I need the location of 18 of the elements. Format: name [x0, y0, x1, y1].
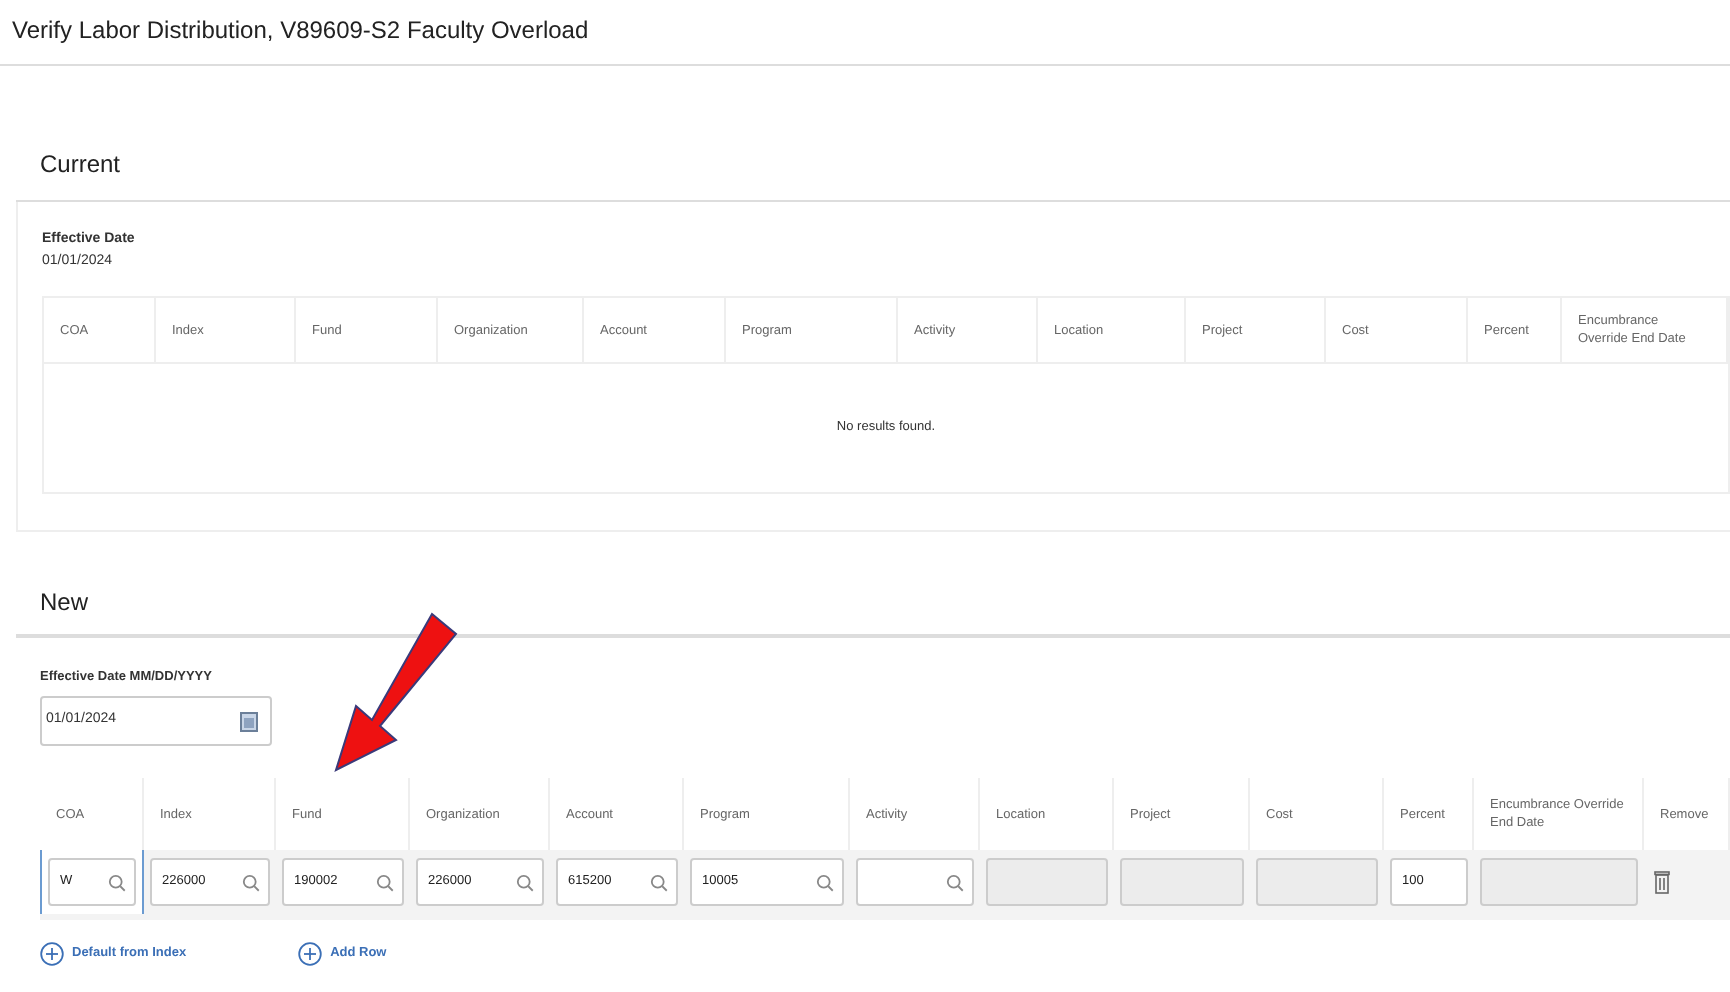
search-icon[interactable] — [108, 873, 126, 891]
section-heading: Current — [40, 148, 121, 182]
search-icon[interactable] — [516, 873, 534, 891]
search-icon[interactable] — [946, 873, 964, 891]
lookup-field[interactable] — [856, 858, 974, 906]
search-icon[interactable] — [816, 873, 834, 891]
search-icon[interactable] — [242, 873, 260, 891]
disabled-field — [1120, 858, 1244, 906]
search-icon[interactable] — [376, 873, 394, 891]
plus-circle-icon — [298, 942, 323, 966]
trash-icon[interactable] — [1654, 870, 1670, 894]
disabled-field — [1256, 858, 1378, 906]
calendar-icon[interactable] — [240, 711, 258, 731]
plus-circle-icon — [40, 942, 64, 966]
section-heading: New — [40, 586, 89, 620]
page-title: Verify Labor Distribution, V89609-S2 Faculty Overload — [12, 16, 589, 44]
disabled-field — [986, 858, 1108, 906]
search-icon[interactable] — [650, 873, 668, 891]
